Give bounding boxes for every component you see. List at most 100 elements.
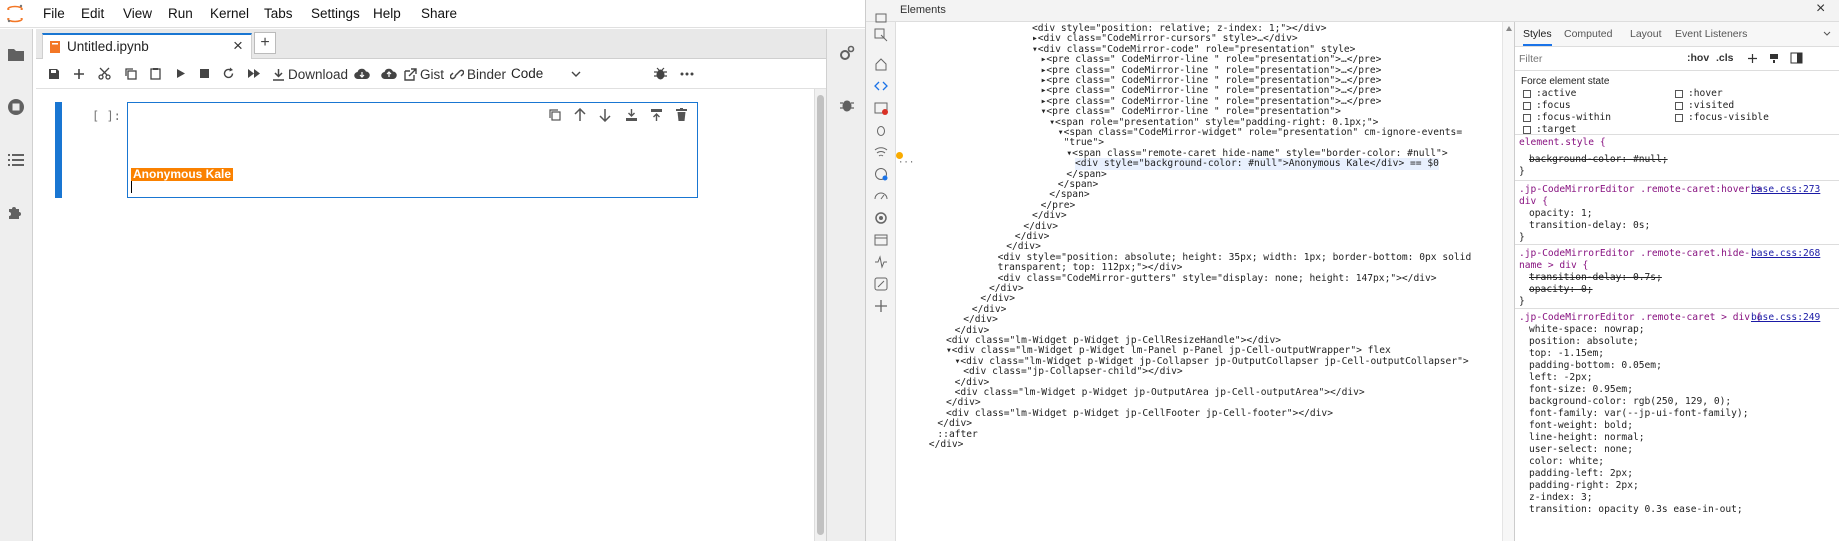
fast-forward-icon[interactable] — [247, 68, 261, 79]
css-selector[interactable]: .jp-CodeMirrorEditor .remote-caret > div… — [1519, 312, 1762, 324]
css-selector[interactable]: name > div { — [1519, 260, 1588, 272]
notebook-scrollbar[interactable] — [814, 89, 826, 541]
css-declaration[interactable]: transition-delay: 0s; — [1529, 220, 1650, 232]
tab-untitled-notebook[interactable]: Untitled.ipynb × — [42, 33, 252, 60]
more-icon[interactable] — [680, 72, 694, 76]
settings-icon[interactable] — [874, 211, 888, 225]
element-style-selector[interactable]: element.style { — [1519, 137, 1606, 149]
download-button[interactable]: Download — [272, 65, 348, 83]
run-icon[interactable] — [175, 68, 186, 79]
bug-icon[interactable] — [653, 66, 668, 81]
css-declaration[interactable]: line-height: normal; — [1529, 432, 1645, 444]
css-declaration[interactable]: transition-delay: 0.7s; — [1529, 272, 1662, 284]
css-declaration[interactable]: background-color: rgb(250, 129, 0); — [1529, 396, 1731, 408]
css-declaration[interactable]: opacity: 0; — [1529, 284, 1593, 296]
css-selector[interactable]: .jp-CodeMirrorEditor .remote-caret:hover… — [1519, 184, 1762, 196]
css-declaration[interactable]: position: absolute; — [1529, 336, 1639, 348]
css-declaration[interactable]: opacity: 1; — [1529, 208, 1593, 220]
dom-node-line[interactable]: ▾<span class="CodeMirror-widget" role="p… — [1058, 127, 1462, 139]
dom-scrollbar[interactable] — [1502, 22, 1514, 541]
force-state-checkbox[interactable] — [1523, 90, 1531, 98]
dom-node-line[interactable]: </div> — [929, 439, 964, 451]
dom-node-line[interactable]: <div class="lm-Widget p-Widget jp-CellFo… — [946, 408, 1333, 420]
dom-node-line[interactable]: <div class="CodeMirror-gutters" style="d… — [998, 273, 1437, 285]
device-icon[interactable] — [874, 12, 888, 26]
scrollbar-thumb[interactable] — [817, 95, 824, 535]
css-declaration[interactable]: padding-left: 2px; — [1529, 468, 1633, 480]
css-declaration[interactable]: font-size: 0.95em; — [1529, 384, 1633, 396]
css-declaration[interactable]: white-space: nowrap; — [1529, 324, 1645, 336]
console-icon[interactable] — [874, 101, 888, 115]
insert-below-icon[interactable] — [650, 108, 663, 122]
source-link[interactable]: base.css:249 — [1751, 312, 1820, 324]
toc-icon[interactable] — [6, 150, 26, 170]
toggle-sidebar-icon[interactable] — [1790, 52, 1803, 64]
cls-toggle[interactable]: .cls — [1716, 52, 1734, 64]
cell-collapser[interactable] — [55, 102, 62, 198]
menu-share[interactable]: Share — [421, 6, 457, 21]
tab-layout[interactable]: Layout — [1630, 28, 1662, 40]
css-declaration[interactable]: padding-right: 2px; — [1529, 480, 1639, 492]
cell-type-select[interactable]: Code — [505, 63, 585, 85]
insert-cell-icon[interactable] — [73, 68, 85, 80]
memory-icon[interactable] — [874, 189, 888, 203]
menu-run[interactable]: Run — [168, 6, 193, 21]
force-state-checkbox[interactable] — [1523, 114, 1531, 122]
cut-icon[interactable] — [98, 67, 111, 80]
styles-filter-input[interactable] — [1519, 50, 1679, 67]
new-rule-icon[interactable] — [1747, 53, 1758, 64]
dom-node-line[interactable]: <div class="lm-Widget p-Widget jp-Output… — [955, 387, 1365, 399]
css-declaration[interactable]: left: -2px; — [1529, 372, 1593, 384]
css-declaration[interactable]: padding-bottom: 0.05em; — [1529, 360, 1662, 372]
css-selector[interactable]: div { — [1519, 196, 1548, 208]
css-declaration[interactable]: z-index: 3; — [1529, 492, 1593, 504]
copy-icon[interactable] — [124, 67, 137, 80]
color-format-icon[interactable] — [1768, 52, 1780, 64]
dom-node-line[interactable]: <div class="jp-Collapser-child"></div> — [963, 366, 1183, 378]
rendering-icon[interactable] — [874, 277, 888, 291]
network-icon[interactable] — [874, 145, 888, 159]
menu-tabs[interactable]: Tabs — [264, 6, 293, 21]
home-icon[interactable] — [874, 57, 888, 71]
activity-icon[interactable] — [874, 255, 888, 269]
debugger-icon[interactable] — [839, 97, 855, 113]
running-icon[interactable] — [6, 97, 26, 117]
move-up-icon[interactable] — [574, 108, 586, 122]
tab-styles[interactable]: Styles — [1523, 28, 1552, 46]
dom-node-line[interactable]: <div style="background-color: #null">Ano… — [1075, 158, 1439, 171]
tab-event-listeners[interactable]: Event Listeners — [1675, 28, 1747, 40]
folder-icon[interactable] — [6, 44, 26, 64]
css-selector[interactable]: .jp-CodeMirrorEditor .remote-caret.hide- — [1519, 248, 1750, 260]
menu-view[interactable]: View — [123, 6, 152, 21]
source-link[interactable]: base.css:268 — [1751, 248, 1820, 260]
scroll-up-arrow[interactable] — [1506, 26, 1512, 31]
force-state-checkbox[interactable] — [1675, 114, 1683, 122]
menu-file[interactable]: File — [43, 6, 65, 21]
force-state-checkbox[interactable] — [1523, 126, 1531, 134]
sources-icon[interactable] — [874, 123, 888, 137]
stop-icon[interactable] — [199, 68, 210, 79]
cloud-upload-icon[interactable] — [381, 67, 397, 80]
dom-tree[interactable]: <div style="position: relative; z-index:… — [896, 22, 1502, 541]
more-tools-icon[interactable] — [874, 299, 888, 313]
tab-computed[interactable]: Computed — [1564, 28, 1612, 40]
extension-icon[interactable] — [6, 202, 26, 222]
force-state-checkbox[interactable] — [1675, 102, 1683, 110]
menu-help[interactable]: Help — [373, 6, 401, 21]
force-state-checkbox[interactable] — [1675, 90, 1683, 98]
menu-edit[interactable]: Edit — [81, 6, 104, 21]
binder-button[interactable]: Binder — [450, 65, 506, 83]
new-tab-button[interactable]: + — [254, 32, 276, 54]
save-icon[interactable] — [48, 68, 60, 80]
inspect-icon[interactable] — [874, 28, 888, 42]
property-inspector-icon[interactable] — [839, 45, 855, 61]
performance-icon[interactable] — [874, 167, 888, 181]
close-tab-icon[interactable]: × — [233, 36, 243, 56]
menu-settings[interactable]: Settings — [311, 6, 360, 21]
css-declaration[interactable]: background-color: #null; — [1529, 154, 1668, 166]
selected-node-ellipsis[interactable]: ··· — [898, 159, 914, 168]
css-declaration[interactable]: color: white; — [1529, 456, 1604, 468]
insert-above-icon[interactable] — [625, 108, 638, 122]
elements-icon[interactable] — [874, 79, 888, 93]
application-icon[interactable] — [874, 233, 888, 247]
